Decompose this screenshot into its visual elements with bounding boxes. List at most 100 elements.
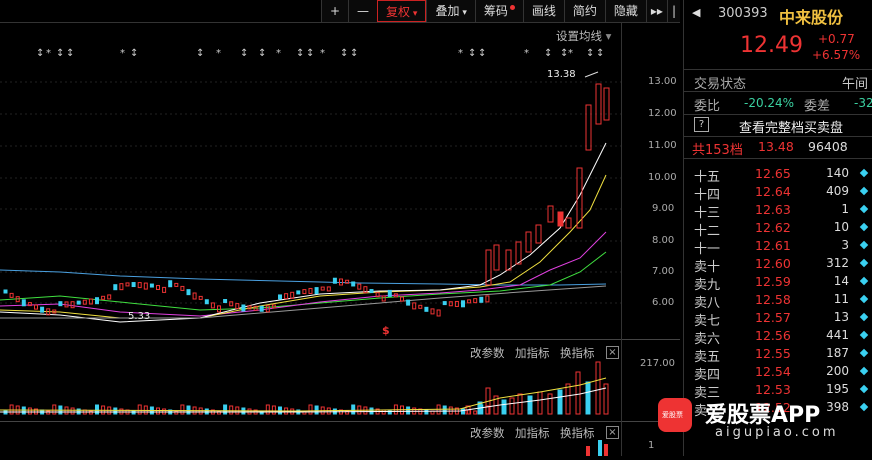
ask-row[interactable]: 十二 12.62 10 xyxy=(684,220,872,239)
candle xyxy=(9,292,14,298)
add-indicator-button[interactable]: 加指标 xyxy=(515,345,550,361)
ma30-line xyxy=(0,251,607,311)
event-marker[interactable]: ↕ xyxy=(66,48,74,59)
switch-indicator-button-2[interactable]: 换指标 xyxy=(560,425,595,441)
candle xyxy=(369,289,374,294)
chouma-button[interactable]: 筹码 xyxy=(474,0,523,22)
candle xyxy=(314,287,319,295)
trade-status-value: 午间 xyxy=(842,77,869,92)
event-marker[interactable]: * xyxy=(46,48,51,59)
ask-row[interactable]: 卖八 12.58 11 xyxy=(684,292,872,311)
kline-chart-area[interactable]: ↕ * ↕ ↕ * ↕ ↕ * ↕ ↕ * ↕ ↕ * ↕ ↕ * ↕ ↕ * ↕ ↕ * ↕ ↕ 设置均线 ▾ 13.38 5… xyxy=(0,0,681,456)
close-indicator-icon[interactable]: × xyxy=(606,346,619,359)
event-marker[interactable]: * xyxy=(524,48,529,59)
candle xyxy=(143,282,148,290)
ask-row[interactable]: 十三 12.63 1 xyxy=(684,202,872,221)
event-marker[interactable]: ↕ xyxy=(544,48,552,59)
ask-price: 12.62 xyxy=(755,220,791,235)
full-order-book-link[interactable]: 查看完整档买卖盘 xyxy=(739,117,843,136)
zoom-in-button[interactable]: + xyxy=(320,0,349,22)
candle xyxy=(535,224,542,244)
event-marker[interactable]: ↕ xyxy=(196,48,204,59)
jianyue-button[interactable]: 简约 xyxy=(563,0,605,22)
candle xyxy=(493,244,500,271)
volume-bar xyxy=(271,405,276,415)
ask-level-label: 十四 xyxy=(694,188,721,203)
back-arrow-icon[interactable]: ◀ xyxy=(692,6,700,19)
ask-row[interactable]: 卖九 12.59 14 xyxy=(684,274,872,293)
candle xyxy=(332,277,337,284)
event-marker[interactable]: ↕ xyxy=(240,48,248,59)
y-tick: 10.00 xyxy=(648,172,677,183)
help-icon[interactable]: ? xyxy=(694,117,709,132)
event-marker[interactable]: * xyxy=(276,48,281,59)
candle xyxy=(95,297,99,305)
volume-bar xyxy=(70,407,75,415)
candle xyxy=(339,278,343,286)
ask-price: 12.60 xyxy=(755,256,791,271)
event-marker[interactable]: ↕ xyxy=(478,48,486,59)
event-marker[interactable]: ↕ xyxy=(468,48,476,59)
ask-row[interactable]: 十五 12.65 140 xyxy=(684,166,872,185)
candle xyxy=(241,304,246,312)
dollar-marker[interactable]: $ xyxy=(382,324,390,337)
candle xyxy=(27,302,32,307)
event-marker[interactable]: * xyxy=(216,48,221,59)
candle xyxy=(467,299,472,304)
candle xyxy=(448,301,453,307)
candle xyxy=(131,282,136,288)
event-marker[interactable]: ↕ xyxy=(306,48,314,59)
event-marker[interactable]: * xyxy=(568,48,573,59)
event-marker[interactable]: ↕ xyxy=(586,48,594,59)
change-params-button[interactable]: 改参数 xyxy=(470,345,505,361)
event-marker[interactable]: ↕ xyxy=(596,48,604,59)
ask-row[interactable]: 卖五 12.55 187 xyxy=(684,346,872,365)
diamond-icon xyxy=(859,204,869,214)
event-marker[interactable]: ↕ xyxy=(36,48,44,59)
huaxian-button[interactable]: 画线 xyxy=(522,0,564,22)
candle xyxy=(3,289,8,294)
diamond-icon xyxy=(859,276,869,286)
diejia-button[interactable]: 叠加 ▾ xyxy=(426,0,475,22)
event-marker[interactable]: * xyxy=(458,48,463,59)
weicha-value: -32 xyxy=(854,96,872,110)
event-marker[interactable]: * xyxy=(120,48,125,59)
total-levels-volume: 96408 xyxy=(808,139,848,154)
kline-chart-svg[interactable]: ↕ * ↕ ↕ * ↕ ↕ * ↕ ↕ * ↕ ↕ * ↕ ↕ * ↕ ↕ * ↕ ↕ * ↕ ↕ xyxy=(0,0,681,456)
volume-bar xyxy=(595,361,601,415)
switch-indicator-button[interactable]: 换指标 xyxy=(560,345,595,361)
more-icon[interactable]: ▸▸ xyxy=(645,0,667,22)
ask-price: 12.54 xyxy=(755,364,791,379)
event-marker[interactable]: ↕ xyxy=(340,48,348,59)
zoom-out-button[interactable]: — xyxy=(348,0,378,22)
ask-row[interactable]: 十四 12.64 409 xyxy=(684,184,872,203)
ask-row[interactable]: 卖六 12.56 441 xyxy=(684,328,872,347)
volume-bar xyxy=(461,408,465,415)
yincang-button[interactable]: 隐藏 xyxy=(604,0,646,22)
event-marker[interactable]: * xyxy=(320,48,325,59)
current-price: 12.49 xyxy=(740,33,803,58)
collapse-icon[interactable]: | xyxy=(666,0,680,22)
add-indicator-button-2[interactable]: 加指标 xyxy=(515,425,550,441)
fuquan-button[interactable]: 复权 ▾ xyxy=(377,0,427,22)
event-marker[interactable]: ↕ xyxy=(130,48,138,59)
candle xyxy=(168,280,173,288)
candle xyxy=(454,300,459,307)
event-marker[interactable]: ↕ xyxy=(56,48,64,59)
candle xyxy=(210,302,215,309)
event-marker[interactable]: ↕ xyxy=(258,48,266,59)
ask-row[interactable]: 卖四 12.54 200 xyxy=(684,364,872,383)
ask-volume: 409 xyxy=(826,184,849,198)
ask-volume: 200 xyxy=(826,364,849,378)
ask-row[interactable]: 卖七 12.57 13 xyxy=(684,310,872,329)
candle xyxy=(40,306,45,313)
change-params-button-2[interactable]: 改参数 xyxy=(470,425,505,441)
ask-volume: 14 xyxy=(833,274,849,288)
ask-row[interactable]: 卖十 12.60 312 xyxy=(684,256,872,275)
event-marker[interactable]: ↕ xyxy=(296,48,304,59)
volume-bar xyxy=(448,406,453,415)
event-marker[interactable]: ↕ xyxy=(350,48,358,59)
ma-setting-button[interactable]: 设置均线 ▾ xyxy=(556,28,611,44)
close-indicator-icon-2[interactable]: × xyxy=(606,426,619,439)
ask-row[interactable]: 十一 12.61 3 xyxy=(684,238,872,257)
